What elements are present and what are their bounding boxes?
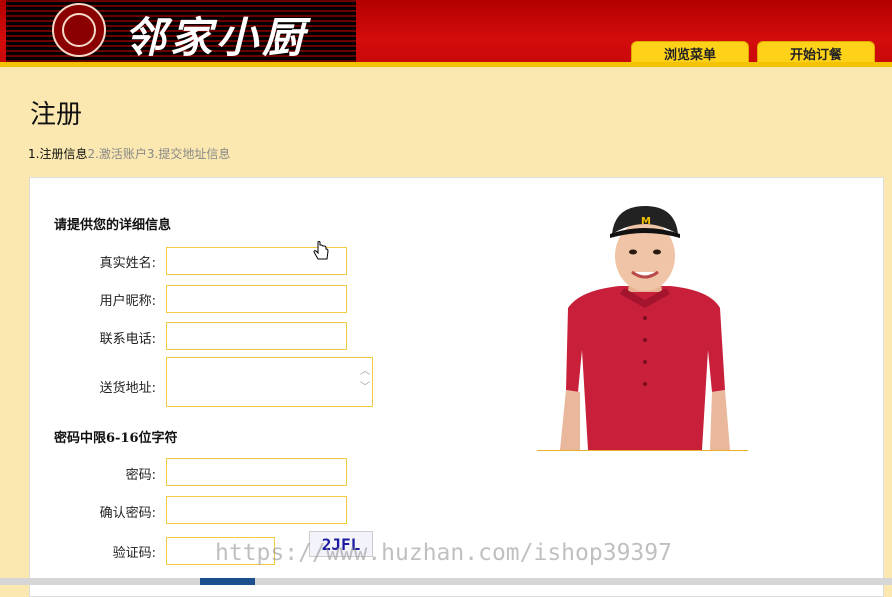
password-section-title: 密码中限6-16位字符 — [54, 431, 178, 446]
phone-input[interactable] — [166, 322, 347, 350]
scroll-up-icon[interactable]: ︿ — [360, 364, 370, 380]
staff-photo: M — [560, 206, 730, 450]
step-activate-account: 2.激活账户 — [87, 147, 147, 161]
nickname-input[interactable] — [166, 285, 347, 313]
photo-baseline — [537, 450, 748, 451]
horizontal-scrollbar[interactable] — [0, 578, 892, 585]
captcha-label: 验证码: — [112, 546, 156, 561]
brand-name: 邻家小厨 — [124, 13, 309, 62]
real-name-label: 真实姓名: — [99, 256, 156, 271]
hand-cursor-icon — [313, 241, 329, 260]
watermark-text: https://www.huzhan.com/ishop39397 — [215, 540, 672, 566]
registration-panel — [29, 177, 884, 597]
step-submit-address: 3.提交地址信息 — [146, 147, 231, 161]
address-label: 送货地址: — [99, 381, 156, 396]
logo-badge-icon — [52, 3, 106, 57]
password-label: 密码: — [125, 468, 156, 483]
confirm-password-input[interactable] — [166, 496, 347, 524]
site-header: 邻家小厨 浏览菜单 开始订餐 — [0, 0, 892, 66]
confirm-password-label: 确认密码: — [99, 506, 156, 521]
logo[interactable]: 邻家小厨 — [6, 0, 356, 64]
nickname-label: 用户昵称: — [99, 294, 156, 309]
scrollbar-thumb[interactable] — [200, 578, 255, 585]
page-title: 注册 — [30, 100, 83, 130]
step-register-info: 1.注册信息 — [28, 147, 88, 161]
registration-steps: 1.注册信息2.激活账户3.提交地址信息 — [28, 145, 230, 162]
password-input[interactable] — [166, 458, 347, 486]
details-section-title: 请提供您的详细信息 — [54, 218, 172, 233]
textarea-scrollbar[interactable]: ︿ ﹀ — [360, 364, 370, 396]
address-textarea[interactable]: ︿ ﹀ — [166, 357, 373, 407]
svg-text:M: M — [641, 216, 651, 227]
phone-label: 联系电话: — [99, 332, 156, 347]
header-divider — [0, 62, 892, 67]
scroll-down-icon[interactable]: ﹀ — [360, 380, 370, 396]
